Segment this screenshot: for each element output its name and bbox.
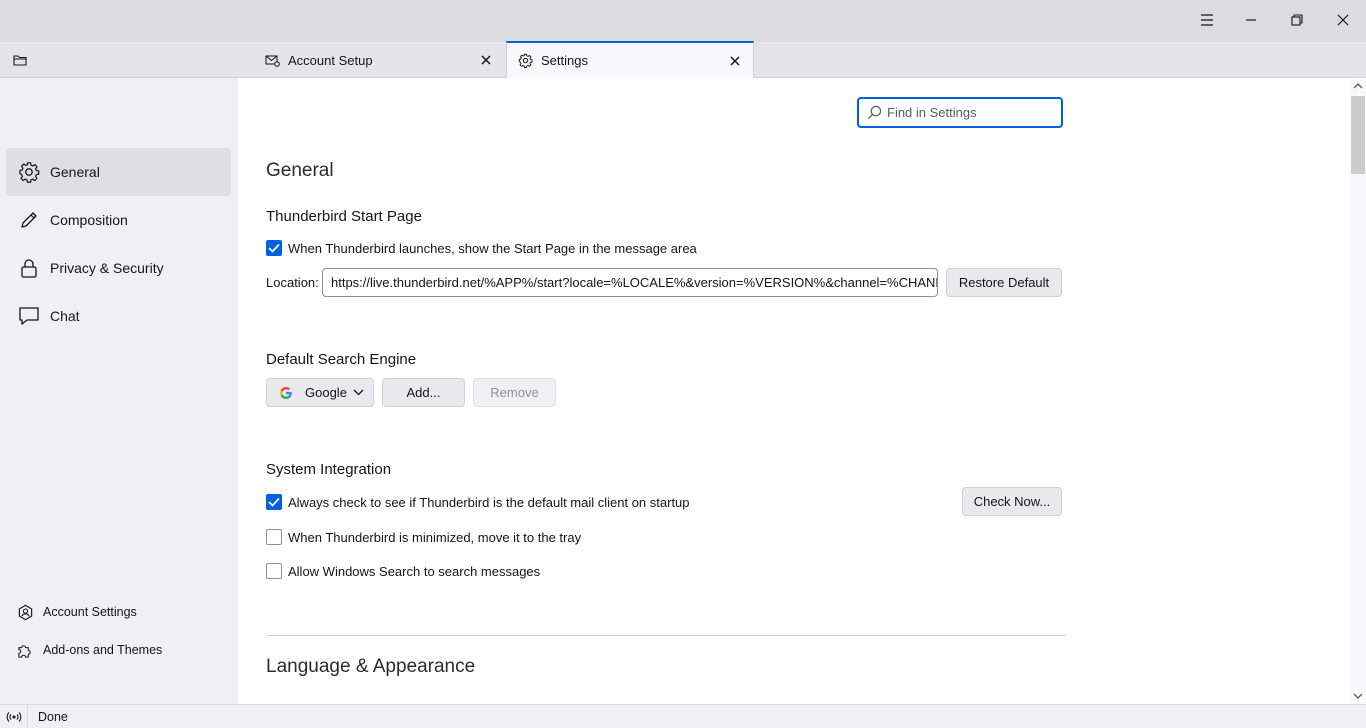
default-client-checkbox-row[interactable]: Always check to see if Thunderbird is th… (266, 492, 690, 512)
envelope-gear-icon (264, 52, 280, 68)
default-client-checkbox-label: Always check to see if Thunderbird is th… (288, 494, 690, 510)
restore-icon[interactable] (1274, 0, 1320, 40)
windows-search-checkbox-label: Allow Windows Search to search messages (288, 563, 541, 579)
windows-search-checkbox[interactable] (266, 563, 282, 579)
minimize-icon[interactable] (1228, 0, 1274, 40)
restore-default-button[interactable]: Restore Default (946, 268, 1062, 297)
tab-settings[interactable]: Settings (506, 41, 754, 78)
addons-themes-label: Add-ons and Themes (43, 643, 163, 657)
start-page-heading: Thunderbird Start Page (266, 208, 422, 225)
add-search-engine-button[interactable]: Add... (382, 378, 465, 407)
online-status-icon[interactable] (0, 704, 28, 728)
account-icon (16, 603, 34, 621)
account-settings-label: Account Settings (43, 605, 137, 619)
tab-label: Settings (541, 53, 588, 68)
location-label: Location: (266, 275, 319, 290)
gear-icon (18, 161, 40, 183)
sidebar-item-label: Composition (50, 212, 128, 228)
puzzle-icon (16, 641, 34, 659)
gear-icon (517, 53, 533, 69)
sidebar-item-label: Chat (50, 308, 80, 324)
sidebar-item-chat[interactable]: Chat (6, 292, 231, 340)
sidebar-item-privacy-security[interactable]: Privacy & Security (6, 244, 231, 292)
vertical-scrollbar[interactable] (1350, 78, 1366, 704)
section-title-language-appearance: Language & Appearance (266, 656, 476, 677)
minimize-tray-checkbox[interactable] (266, 529, 282, 545)
hamburger-menu-icon[interactable] (1184, 0, 1230, 40)
tab-account-setup[interactable]: Account Setup (254, 42, 504, 78)
scrollbar-thumb[interactable] (1351, 96, 1365, 174)
system-integration-heading: System Integration (266, 461, 392, 478)
tab-label: Account Setup (288, 52, 373, 68)
close-icon[interactable] (478, 52, 494, 68)
tab-bar: Account Setup Settings (0, 41, 1366, 78)
search-engine-heading: Default Search Engine (266, 351, 417, 368)
addons-themes-link[interactable]: Add-ons and Themes (16, 638, 162, 662)
search-input[interactable] (887, 105, 1057, 120)
account-settings-link[interactable]: Account Settings (16, 600, 137, 624)
sidebar-item-label: Privacy & Security (50, 260, 164, 276)
status-text: Done (38, 709, 68, 724)
lock-icon (18, 257, 40, 279)
status-bar: Done (0, 704, 1366, 728)
settings-sidebar: General Composition Privacy & Security C… (0, 78, 238, 704)
search-icon (867, 105, 883, 121)
check-now-button[interactable]: Check Now... (962, 487, 1062, 516)
scroll-down-arrow-icon[interactable] (1350, 688, 1366, 704)
settings-content: General Thunderbird Start Page When Thun… (238, 78, 1350, 704)
start-page-checkbox-row[interactable]: When Thunderbird launches, show the Star… (266, 238, 697, 258)
sidebar-item-composition[interactable]: Composition (6, 196, 231, 244)
chevron-down-icon (353, 387, 365, 399)
settings-search-box[interactable] (857, 97, 1063, 128)
minimize-tray-checkbox-label: When Thunderbird is minimized, move it t… (288, 529, 582, 545)
pencil-icon (18, 209, 40, 231)
close-icon[interactable] (1320, 0, 1366, 40)
start-page-checkbox-label: When Thunderbird launches, show the Star… (288, 240, 697, 256)
section-title-general: General (266, 160, 334, 181)
folder-icon[interactable] (0, 42, 40, 78)
close-icon[interactable] (727, 53, 743, 69)
remove-search-engine-button[interactable]: Remove (473, 378, 556, 407)
default-client-checkbox[interactable] (266, 494, 282, 510)
scroll-up-arrow-icon[interactable] (1350, 78, 1366, 94)
google-logo-icon (279, 386, 293, 400)
start-page-checkbox[interactable] (266, 240, 282, 256)
minimize-tray-checkbox-row[interactable]: When Thunderbird is minimized, move it t… (266, 527, 581, 547)
location-input[interactable]: https://live.thunderbird.net/%APP%/start… (322, 268, 938, 297)
chat-bubble-icon (18, 305, 40, 327)
sidebar-item-general[interactable]: General (6, 148, 231, 196)
section-divider (266, 635, 1066, 636)
search-engine-dropdown[interactable]: Google (266, 378, 374, 407)
search-engine-selected: Google (305, 385, 347, 400)
sidebar-item-label: General (50, 164, 100, 180)
windows-search-checkbox-row[interactable]: Allow Windows Search to search messages (266, 561, 540, 581)
title-bar (0, 0, 1366, 42)
